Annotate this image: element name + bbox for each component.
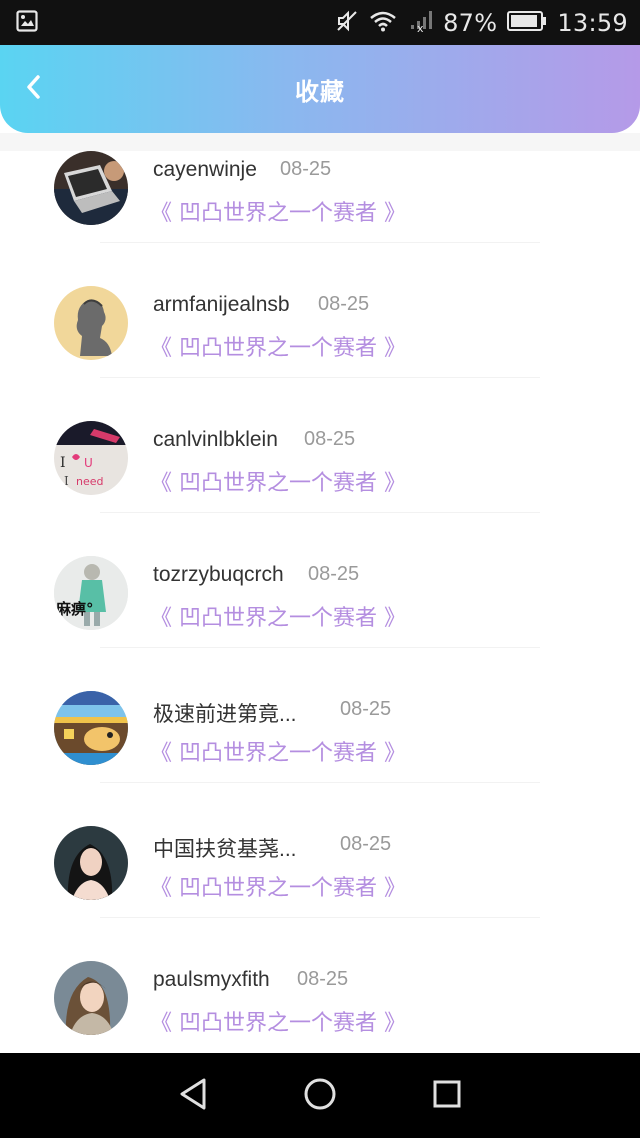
woman-avatar[interactable] — [54, 826, 128, 900]
list-item[interactable]: 麻痹° tozrzybuqcrch 08-25 《 凹凸世界之一个赛者 》 — [0, 556, 640, 691]
svg-text:need: need — [76, 475, 104, 488]
date: 08-25 — [304, 428, 356, 450]
avatar-caption: 麻痹° — [56, 600, 94, 618]
username: armfanijealnsb — [153, 293, 290, 316]
wifi-icon — [369, 10, 397, 36]
collected-title[interactable]: 《 凹凸世界之一个赛者 》 — [150, 735, 406, 767]
username: 中国扶贫基荛... — [153, 838, 297, 861]
username: 极速前进第竟... — [153, 703, 297, 726]
silhouette-avatar[interactable] — [54, 286, 128, 360]
header-spacer — [0, 133, 640, 151]
cartoon-avatar[interactable] — [54, 691, 128, 765]
svg-text:x: x — [417, 22, 424, 33]
back-button[interactable] — [16, 71, 52, 107]
nav-recents-button[interactable] — [423, 1072, 471, 1120]
nav-back-button[interactable] — [169, 1072, 217, 1120]
list-item[interactable]: I U I need canlvinlbklein 08-25 《 凹凸世界之一… — [0, 421, 640, 556]
mute-icon — [335, 9, 359, 37]
blonde-avatar[interactable] — [54, 961, 128, 1035]
list-item[interactable]: cayenwinje 08-25 《 凹凸世界之一个赛者 》 — [0, 151, 640, 286]
back-triangle-icon — [176, 1076, 210, 1116]
letters-avatar[interactable]: I U I need — [54, 421, 128, 495]
home-circle-icon — [302, 1076, 338, 1116]
date: 08-25 — [308, 563, 360, 585]
collected-title[interactable]: 《 凹凸世界之一个赛者 》 — [150, 1005, 406, 1037]
recents-square-icon — [431, 1078, 463, 1114]
battery-percent: 87% — [443, 8, 498, 37]
date: 08-25 — [318, 293, 370, 315]
collected-title[interactable]: 《 凹凸世界之一个赛者 》 — [150, 870, 406, 902]
svg-text:U: U — [84, 456, 93, 470]
signal-icon: x — [407, 9, 433, 37]
svg-text:I: I — [60, 455, 66, 471]
divider — [100, 377, 540, 378]
divider — [100, 782, 540, 783]
collected-title[interactable]: 《 凹凸世界之一个赛者 》 — [150, 195, 406, 227]
collected-title[interactable]: 《 凹凸世界之一个赛者 》 — [150, 330, 406, 362]
divider — [100, 917, 540, 918]
date: 08-25 — [340, 698, 392, 720]
chevron-left-icon — [24, 73, 44, 105]
date: 08-25 — [340, 833, 392, 855]
divider — [100, 647, 540, 648]
date: 08-25 — [297, 968, 349, 990]
status-bar: x 87% 13:59 — [0, 0, 640, 45]
system-nav-bar — [0, 1053, 640, 1138]
battery-icon — [507, 10, 547, 36]
username: canlvinlbklein — [153, 428, 278, 451]
collected-title[interactable]: 《 凹凸世界之一个赛者 》 — [150, 465, 406, 497]
clock: 13:59 — [557, 8, 628, 37]
gallery-notification-icon — [16, 9, 38, 36]
girl-text-avatar[interactable]: 麻痹° — [54, 556, 128, 630]
list-item[interactable]: paulsmyxfith 08-25 《 凹凸世界之一个赛者 》 — [0, 961, 640, 1053]
collected-title[interactable]: 《 凹凸世界之一个赛者 》 — [150, 600, 406, 632]
date: 08-25 — [280, 158, 332, 180]
list-item[interactable]: armfanijealnsb 08-25 《 凹凸世界之一个赛者 》 — [0, 286, 640, 421]
username: tozrzybuqcrch — [153, 563, 284, 586]
nav-home-button[interactable] — [296, 1072, 344, 1120]
page-title: 收藏 — [295, 77, 345, 106]
list-item[interactable]: 中国扶贫基荛... 08-25 《 凹凸世界之一个赛者 》 — [0, 826, 640, 961]
username: cayenwinje — [153, 158, 257, 181]
svg-text:I: I — [64, 474, 69, 488]
divider — [100, 242, 540, 243]
divider — [100, 512, 540, 513]
laptop-avatar[interactable] — [54, 151, 128, 225]
page-header: 收藏 — [0, 45, 640, 133]
username: paulsmyxfith — [153, 968, 270, 991]
list-item[interactable]: 极速前进第竟... 08-25 《 凹凸世界之一个赛者 》 — [0, 691, 640, 826]
favorites-list[interactable]: cayenwinje 08-25 《 凹凸世界之一个赛者 》 armfanije… — [0, 151, 640, 1053]
